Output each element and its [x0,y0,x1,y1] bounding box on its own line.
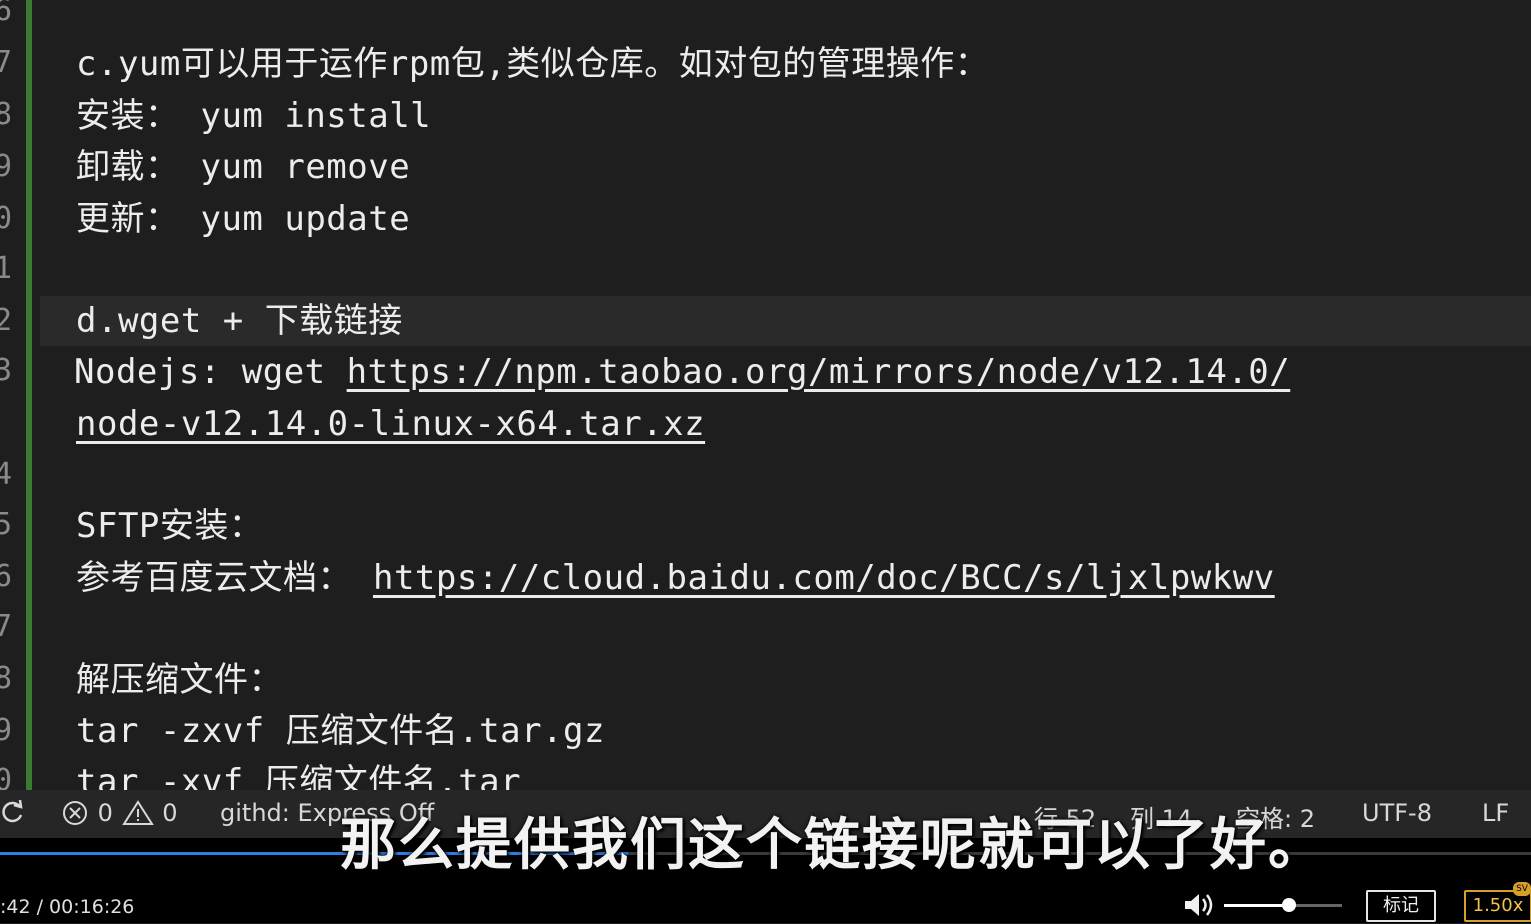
warning-count: 0 [162,799,178,827]
line-number: 8 [0,97,13,132]
line-number: 0 [0,763,13,791]
code-line: tar -zxvf 压缩文件名.tar.gz [76,711,605,751]
problems-indicator[interactable]: 0 0 [60,799,177,827]
code-line: 更新： yum update [76,199,411,239]
encoding-setting[interactable]: UTF-8 [1362,799,1432,827]
volume-slider-handle[interactable] [1282,898,1296,912]
line-number: 9 [0,149,13,184]
svip-badge: SV [1513,882,1531,896]
video-subtitle: 那么提供我们这个链接呢就可以了好。 [340,813,1326,878]
line-number: 5 [0,507,13,542]
line-number: 2 [0,303,13,338]
code-line: 参考百度云文档： https://cloud.baidu.com/doc/BCC… [76,558,1275,598]
git-gutter-indicator [26,0,32,790]
playback-time: :42 / 00:16:26 [0,896,135,918]
line-number: 6 [0,559,13,594]
volume-icon[interactable] [1182,890,1216,920]
code-line: node-v12.14.0-linux-x64.tar.xz [76,404,705,444]
code-editor[interactable]: 6 7 8 9 0 1 2 3 4 5 6 7 8 9 0 c.yum可以用于运… [0,0,1531,790]
eol-setting[interactable]: LF [1482,799,1509,827]
line-number: 8 [0,661,13,696]
warning-icon [121,799,163,827]
sync-icon[interactable] [0,799,24,831]
code-text: Nodejs: wget [74,352,347,392]
line-number: 7 [0,45,13,80]
line-number: 0 [0,201,13,236]
mark-button[interactable]: 标记 [1366,890,1436,922]
code-line: 安装： yum install [76,96,432,136]
code-line: SFTP安装： [76,506,264,546]
code-line: c.yum可以用于运作rpm包,类似仓库。如对包的管理操作： [76,44,990,84]
baidu-doc-link[interactable]: https://cloud.baidu.com/doc/BCC/s/ljxlpw… [373,558,1275,598]
line-number: 9 [0,713,13,748]
nodejs-download-link[interactable]: https://npm.taobao.org/mirrors/node/v12.… [347,352,1291,392]
code-text: 参考百度云文档： [76,558,373,598]
code-line: tar -xvf 压缩文件名.tar [76,762,522,790]
line-number: 7 [0,609,13,644]
error-icon [60,799,98,827]
code-line: d.wget + 下载链接 [76,301,403,341]
line-number: 6 [0,0,13,28]
code-line: Nodejs: wget https://npm.taobao.org/mirr… [74,352,1290,392]
line-number: 4 [0,457,13,492]
line-number: 1 [0,251,13,286]
code-line: 卸载： yum remove [76,147,411,187]
code-line: 解压缩文件： [76,660,283,700]
line-number: 3 [0,353,13,388]
error-count: 0 [97,799,113,827]
nodejs-download-link-cont[interactable]: node-v12.14.0-linux-x64.tar.xz [76,404,705,444]
volume-slider-fill [1224,904,1289,907]
